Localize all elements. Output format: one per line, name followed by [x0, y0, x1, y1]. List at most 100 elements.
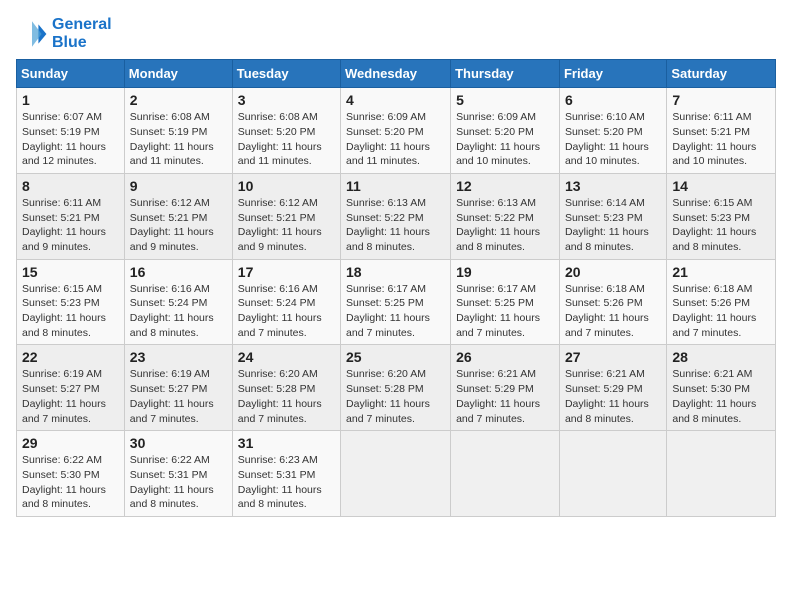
- day-info: Sunrise: 6:17 AMSunset: 5:25 PMDaylight:…: [456, 282, 554, 341]
- header: General Blue: [16, 16, 776, 51]
- calendar-cell: 27Sunrise: 6:21 AMSunset: 5:29 PMDayligh…: [559, 345, 666, 431]
- calendar-cell: [559, 431, 666, 517]
- day-number: 24: [238, 349, 335, 365]
- day-header-thursday: Thursday: [451, 60, 560, 88]
- calendar-cell: 25 Sunrise: 6:20 AMSunset: 5:28 PMDayligh…: [341, 345, 451, 431]
- day-info: Sunrise: 6:11 AMSunset: 5:21 PMDaylight:…: [22, 196, 119, 255]
- day-number: 7: [672, 92, 770, 108]
- day-number: 17: [238, 264, 335, 280]
- calendar-cell: 19 Sunrise: 6:17 AMSunset: 5:25 PMDayligh…: [451, 259, 560, 345]
- calendar-cell: [667, 431, 776, 517]
- week-row-1: 1 Sunrise: 6:07 AMSunset: 5:19 PMDaylight…: [17, 88, 776, 174]
- logo: General Blue: [16, 16, 112, 51]
- calendar-cell: 3 Sunrise: 6:08 AMSunset: 5:20 PMDaylight…: [232, 88, 340, 174]
- day-header-wednesday: Wednesday: [341, 60, 451, 88]
- day-number: 6: [565, 92, 661, 108]
- day-header-friday: Friday: [559, 60, 666, 88]
- day-number: 11: [346, 178, 445, 194]
- week-row-3: 15 Sunrise: 6:15 AMSunset: 5:23 PMDayligh…: [17, 259, 776, 345]
- calendar-cell: 18Sunrise: 6:17 AMSunset: 5:25 PMDayligh…: [341, 259, 451, 345]
- day-info: Sunrise: 6:21 AMSunset: 5:30 PMDaylight:…: [672, 367, 770, 426]
- logo-text: General Blue: [52, 16, 112, 51]
- week-row-5: 29Sunrise: 6:22 AMSunset: 5:30 PMDayligh…: [17, 431, 776, 517]
- day-info: Sunrise: 6:12 AMSunset: 5:21 PMDaylight:…: [130, 196, 227, 255]
- day-number: 2: [130, 92, 227, 108]
- day-number: 4: [346, 92, 445, 108]
- day-info: Sunrise: 6:15 AMSunset: 5:23 PMDaylight:…: [22, 282, 119, 341]
- calendar-cell: 9 Sunrise: 6:12 AMSunset: 5:21 PMDaylight…: [124, 173, 232, 259]
- calendar-cell: 29Sunrise: 6:22 AMSunset: 5:30 PMDayligh…: [17, 431, 125, 517]
- day-info: Sunrise: 6:08 AMSunset: 5:19 PMDaylight:…: [130, 110, 227, 169]
- day-number: 22: [22, 349, 119, 365]
- day-number: 15: [22, 264, 119, 280]
- day-info: Sunrise: 6:16 AMSunset: 5:24 PMDaylight:…: [130, 282, 227, 341]
- calendar-cell: 6 Sunrise: 6:10 AMSunset: 5:20 PMDaylight…: [559, 88, 666, 174]
- day-number: 16: [130, 264, 227, 280]
- calendar-cell: 7Sunrise: 6:11 AMSunset: 5:21 PMDaylight…: [667, 88, 776, 174]
- day-info: Sunrise: 6:10 AMSunset: 5:20 PMDaylight:…: [565, 110, 661, 169]
- day-info: Sunrise: 6:18 AMSunset: 5:26 PMDaylight:…: [565, 282, 661, 341]
- day-info: Sunrise: 6:23 AMSunset: 5:31 PMDaylight:…: [238, 453, 335, 512]
- calendar-table: SundayMondayTuesdayWednesdayThursdayFrid…: [16, 59, 776, 517]
- day-number: 9: [130, 178, 227, 194]
- day-info: Sunrise: 6:15 AMSunset: 5:23 PMDaylight:…: [672, 196, 770, 255]
- calendar-cell: 2 Sunrise: 6:08 AMSunset: 5:19 PMDaylight…: [124, 88, 232, 174]
- day-number: 5: [456, 92, 554, 108]
- calendar-cell: 23 Sunrise: 6:19 AMSunset: 5:27 PMDayligh…: [124, 345, 232, 431]
- calendar-cell: 28 Sunrise: 6:21 AMSunset: 5:30 PMDayligh…: [667, 345, 776, 431]
- calendar-cell: 16 Sunrise: 6:16 AMSunset: 5:24 PMDayligh…: [124, 259, 232, 345]
- day-number: 26: [456, 349, 554, 365]
- day-info: Sunrise: 6:07 AMSunset: 5:19 PMDaylight:…: [22, 110, 119, 169]
- day-number: 21: [672, 264, 770, 280]
- day-number: 31: [238, 435, 335, 451]
- day-number: 8: [22, 178, 119, 194]
- day-number: 30: [130, 435, 227, 451]
- logo-icon: [16, 18, 48, 50]
- day-info: Sunrise: 6:08 AMSunset: 5:20 PMDaylight:…: [238, 110, 335, 169]
- calendar-cell: 1 Sunrise: 6:07 AMSunset: 5:19 PMDaylight…: [17, 88, 125, 174]
- calendar-cell: 10Sunrise: 6:12 AMSunset: 5:21 PMDayligh…: [232, 173, 340, 259]
- day-info: Sunrise: 6:14 AMSunset: 5:23 PMDaylight:…: [565, 196, 661, 255]
- day-number: 19: [456, 264, 554, 280]
- day-number: 23: [130, 349, 227, 365]
- calendar-cell: 17 Sunrise: 6:16 AMSunset: 5:24 PMDayligh…: [232, 259, 340, 345]
- calendar-cell: 30 Sunrise: 6:22 AMSunset: 5:31 PMDayligh…: [124, 431, 232, 517]
- day-number: 13: [565, 178, 661, 194]
- day-info: Sunrise: 6:13 AMSunset: 5:22 PMDaylight:…: [346, 196, 445, 255]
- day-info: Sunrise: 6:20 AMSunset: 5:28 PMDaylight:…: [346, 367, 445, 426]
- calendar-cell: 14 Sunrise: 6:15 AMSunset: 5:23 PMDayligh…: [667, 173, 776, 259]
- day-header-tuesday: Tuesday: [232, 60, 340, 88]
- calendar-cell: 24 Sunrise: 6:20 AMSunset: 5:28 PMDayligh…: [232, 345, 340, 431]
- day-header-saturday: Saturday: [667, 60, 776, 88]
- day-info: Sunrise: 6:22 AMSunset: 5:31 PMDaylight:…: [130, 453, 227, 512]
- day-info: Sunrise: 6:21 AMSunset: 5:29 PMDaylight:…: [456, 367, 554, 426]
- calendar-cell: 8 Sunrise: 6:11 AMSunset: 5:21 PMDaylight…: [17, 173, 125, 259]
- day-info: Sunrise: 6:09 AMSunset: 5:20 PMDaylight:…: [456, 110, 554, 169]
- calendar-cell: 21Sunrise: 6:18 AMSunset: 5:26 PMDayligh…: [667, 259, 776, 345]
- day-info: Sunrise: 6:17 AMSunset: 5:25 PMDaylight:…: [346, 282, 445, 341]
- week-row-4: 22 Sunrise: 6:19 AMSunset: 5:27 PMDayligh…: [17, 345, 776, 431]
- day-info: Sunrise: 6:19 AMSunset: 5:27 PMDaylight:…: [130, 367, 227, 426]
- calendar-cell: 20Sunrise: 6:18 AMSunset: 5:26 PMDayligh…: [559, 259, 666, 345]
- day-number: 3: [238, 92, 335, 108]
- week-row-2: 8 Sunrise: 6:11 AMSunset: 5:21 PMDaylight…: [17, 173, 776, 259]
- calendar-cell: 5 Sunrise: 6:09 AMSunset: 5:20 PMDaylight…: [451, 88, 560, 174]
- day-number: 14: [672, 178, 770, 194]
- day-header-sunday: Sunday: [17, 60, 125, 88]
- day-number: 1: [22, 92, 119, 108]
- calendar-cell: 4 Sunrise: 6:09 AMSunset: 5:20 PMDaylight…: [341, 88, 451, 174]
- day-number: 25: [346, 349, 445, 365]
- calendar-cell: 31 Sunrise: 6:23 AMSunset: 5:31 PMDayligh…: [232, 431, 340, 517]
- day-info: Sunrise: 6:09 AMSunset: 5:20 PMDaylight:…: [346, 110, 445, 169]
- calendar-cell: [451, 431, 560, 517]
- day-info: Sunrise: 6:20 AMSunset: 5:28 PMDaylight:…: [238, 367, 335, 426]
- day-header-monday: Monday: [124, 60, 232, 88]
- header-row: SundayMondayTuesdayWednesdayThursdayFrid…: [17, 60, 776, 88]
- day-info: Sunrise: 6:21 AMSunset: 5:29 PMDaylight:…: [565, 367, 661, 426]
- day-number: 29: [22, 435, 119, 451]
- calendar-cell: 15 Sunrise: 6:15 AMSunset: 5:23 PMDayligh…: [17, 259, 125, 345]
- day-info: Sunrise: 6:16 AMSunset: 5:24 PMDaylight:…: [238, 282, 335, 341]
- day-number: 12: [456, 178, 554, 194]
- day-number: 10: [238, 178, 335, 194]
- day-number: 28: [672, 349, 770, 365]
